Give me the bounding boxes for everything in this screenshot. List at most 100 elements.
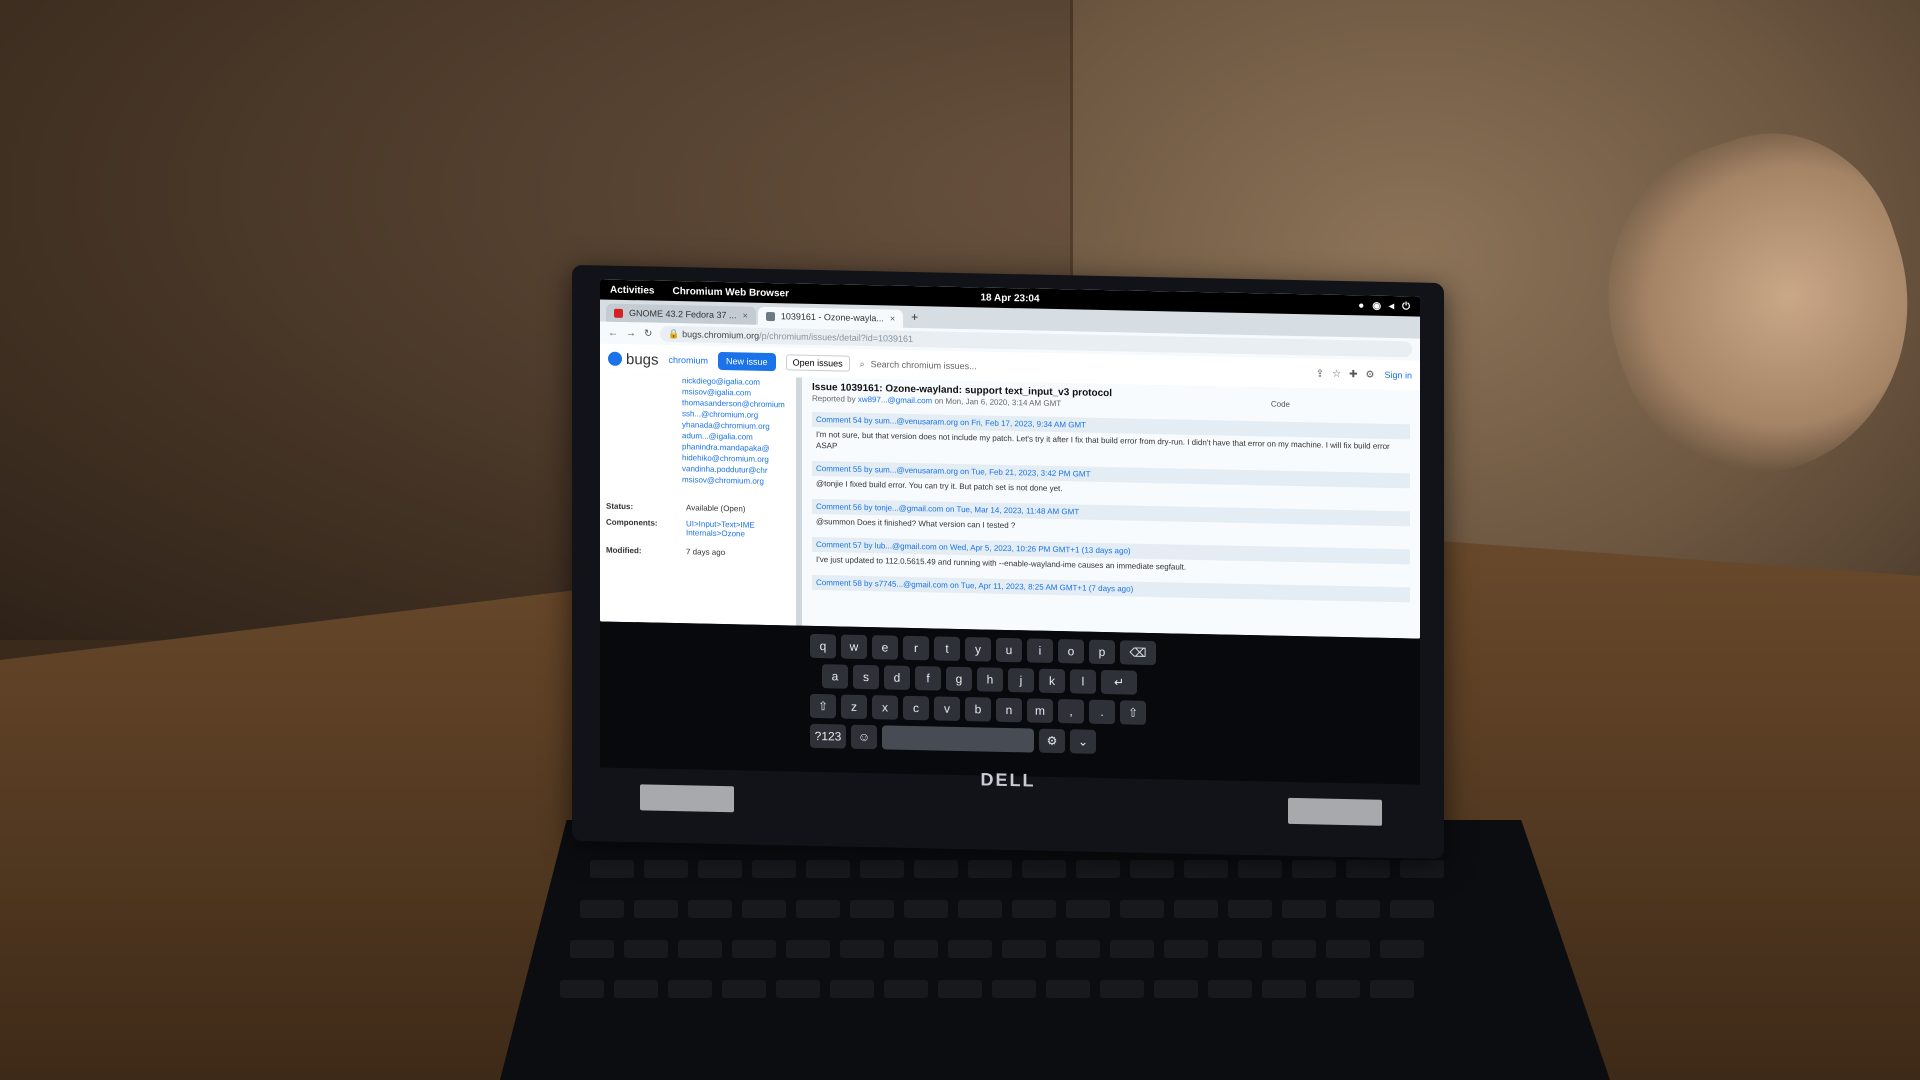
osk-row-4: ?123 ☺ ⚙ ⌄ (810, 723, 1190, 756)
osk-key[interactable]: v (934, 696, 960, 721)
reported-prefix: Reported by (812, 393, 856, 404)
osk-key[interactable]: y (965, 637, 991, 662)
osk-row-2: a s d f g h j k l ↵ (810, 664, 1190, 696)
osk-key[interactable]: t (934, 636, 960, 661)
tab-youtube[interactable]: GNOME 43.2 Fedora 37 ... × (606, 303, 756, 325)
osk-key[interactable]: w (841, 634, 867, 660)
extensions-icon[interactable]: ✚ (1349, 369, 1357, 380)
can-select[interactable]: Open issues (785, 354, 850, 372)
on-screen-keyboard: q w e r t y u i o p ⌫ a s d f g h j k l … (810, 633, 1190, 762)
osk-key[interactable]: n (996, 697, 1022, 723)
tracker-brand[interactable]: bugs (608, 350, 659, 368)
enter-key[interactable]: ↵ (1101, 669, 1137, 695)
osk-key[interactable]: i (1027, 638, 1053, 663)
osk-key[interactable]: d (884, 665, 910, 690)
volume-icon: ◂ (1389, 300, 1395, 312)
keyboard-row (570, 940, 1424, 958)
code-button[interactable]: Code (1271, 400, 1290, 409)
osk-key[interactable]: r (903, 635, 929, 661)
comment: Comment 58 by s7745...@gmail.com on Tue,… (812, 574, 1410, 603)
comment-header[interactable]: Comment 58 by s7745...@gmail.com on Tue,… (812, 574, 1410, 603)
wifi-icon: ◉ (1372, 300, 1382, 312)
osk-key[interactable]: a (822, 664, 848, 689)
app-menu[interactable]: Chromium Web Browser (672, 285, 789, 298)
search-input[interactable]: Search chromium issues... (871, 359, 977, 371)
project-menu[interactable]: chromium (669, 355, 709, 366)
modified-label: Modified: (606, 545, 642, 556)
osk-key[interactable]: s (853, 664, 879, 690)
new-issue-button[interactable]: New issue (718, 351, 776, 372)
shift-key[interactable]: ⇧ (810, 693, 836, 719)
system-tray[interactable]: ● ◉ ◂ ⏻ (1358, 300, 1410, 312)
laptop-screen: Activities Chromium Web Browser 18 Apr 2… (600, 279, 1420, 639)
osk-key[interactable]: . (1089, 699, 1115, 725)
comment: Comment 54 by sum...@venusaram.org on Fr… (812, 411, 1410, 466)
keyboard-row (590, 860, 1444, 878)
osk-key[interactable]: , (1058, 699, 1084, 724)
hinge-right (1288, 797, 1382, 826)
emoji-key[interactable]: ☺ (851, 724, 877, 750)
issue-thread: Issue 1039161: Ozone-wayland: support te… (802, 377, 1420, 639)
comment: Comment 56 by tonje...@gmail.com on Tue,… (812, 498, 1410, 542)
osk-key[interactable]: h (977, 667, 1003, 692)
share-icon[interactable]: ⇪ (1316, 368, 1324, 379)
cc-entry[interactable]: msisov@chromium.org (682, 474, 792, 487)
tab-issue[interactable]: 1039161 - Ozone-wayla... × (757, 306, 904, 328)
osk-key[interactable]: j (1008, 668, 1034, 693)
osk-key[interactable]: c (903, 695, 929, 721)
forward-icon[interactable]: → (626, 327, 636, 338)
osk-key[interactable]: e (872, 635, 898, 660)
sign-in-link[interactable]: Sign in (1384, 370, 1412, 381)
space-key[interactable] (882, 725, 1034, 753)
reporter-link[interactable]: xw897...@gmail.com (858, 395, 932, 406)
symbols-key[interactable]: ?123 (810, 723, 846, 749)
osk-key[interactable]: q (810, 633, 836, 659)
components-value: UI>Input>Text>IME Internals>Ozone (686, 519, 755, 538)
search-box[interactable]: ⌕ Search chromium issues... (860, 358, 1306, 378)
tab-label: GNOME 43.2 Fedora 37 ... (629, 308, 737, 321)
settings-icon[interactable]: ⚙ (1366, 369, 1375, 380)
osk-key[interactable]: k (1039, 668, 1065, 694)
hinge-left (640, 784, 734, 813)
backspace-key[interactable]: ⌫ (1120, 640, 1156, 666)
issue-metadata: nickdiego@igalia.com msisov@igalia.com t… (600, 373, 796, 626)
osk-key[interactable]: b (965, 697, 991, 722)
status-value: Available (Open) (686, 503, 746, 514)
status-label: Status: (606, 501, 634, 512)
osk-key[interactable]: z (841, 694, 867, 720)
osk-key[interactable]: x (872, 695, 898, 720)
new-tab-button[interactable]: + (905, 310, 924, 324)
laptop-lid: Activities Chromium Web Browser 18 Apr 2… (572, 264, 1444, 860)
osk-key[interactable]: f (915, 666, 941, 691)
laptop-base (500, 820, 1610, 1080)
photo-scene: Activities Chromium Web Browser 18 Apr 2… (0, 0, 1920, 1080)
osk-key[interactable]: m (1027, 698, 1053, 723)
comment: Comment 57 by lub...@gmail.com on Wed, A… (812, 536, 1410, 580)
mic-icon: ● (1358, 299, 1365, 311)
reported-date: on Mon, Jan 6, 2020, 3:14 AM GMT (934, 396, 1062, 409)
modified-row: Modified: 7 days ago (606, 546, 725, 557)
osk-key[interactable]: o (1058, 639, 1084, 664)
cc-list: nickdiego@igalia.com msisov@igalia.com t… (682, 375, 792, 487)
osk-key[interactable]: u (996, 637, 1022, 663)
tab-label: 1039161 - Ozone-wayla... (780, 311, 884, 324)
shift-key[interactable]: ⇧ (1120, 700, 1146, 725)
osk-key[interactable]: p (1089, 639, 1115, 665)
close-icon[interactable]: × (743, 310, 748, 320)
reload-icon[interactable]: ↻ (644, 328, 652, 339)
settings-key[interactable]: ⚙ (1039, 728, 1065, 754)
osk-key[interactable]: g (946, 666, 972, 692)
bugs-logo-icon (608, 351, 622, 366)
search-icon: ⌕ (859, 358, 865, 369)
hide-keyboard-key[interactable]: ⌄ (1070, 729, 1096, 754)
component-link[interactable]: Internals>Ozone (686, 528, 755, 538)
power-icon: ⏻ (1402, 300, 1410, 312)
close-icon[interactable]: × (890, 314, 895, 324)
star-icon[interactable]: ☆ (1332, 368, 1341, 379)
back-icon[interactable]: ← (608, 327, 618, 338)
brand-label: bugs (626, 350, 659, 369)
osk-key[interactable]: l (1070, 669, 1096, 694)
activities-button[interactable]: Activities (610, 284, 654, 296)
lock-icon: 🔒 (668, 328, 683, 339)
components-row: Components: UI>Input>Text>IME Internals>… (606, 518, 755, 539)
